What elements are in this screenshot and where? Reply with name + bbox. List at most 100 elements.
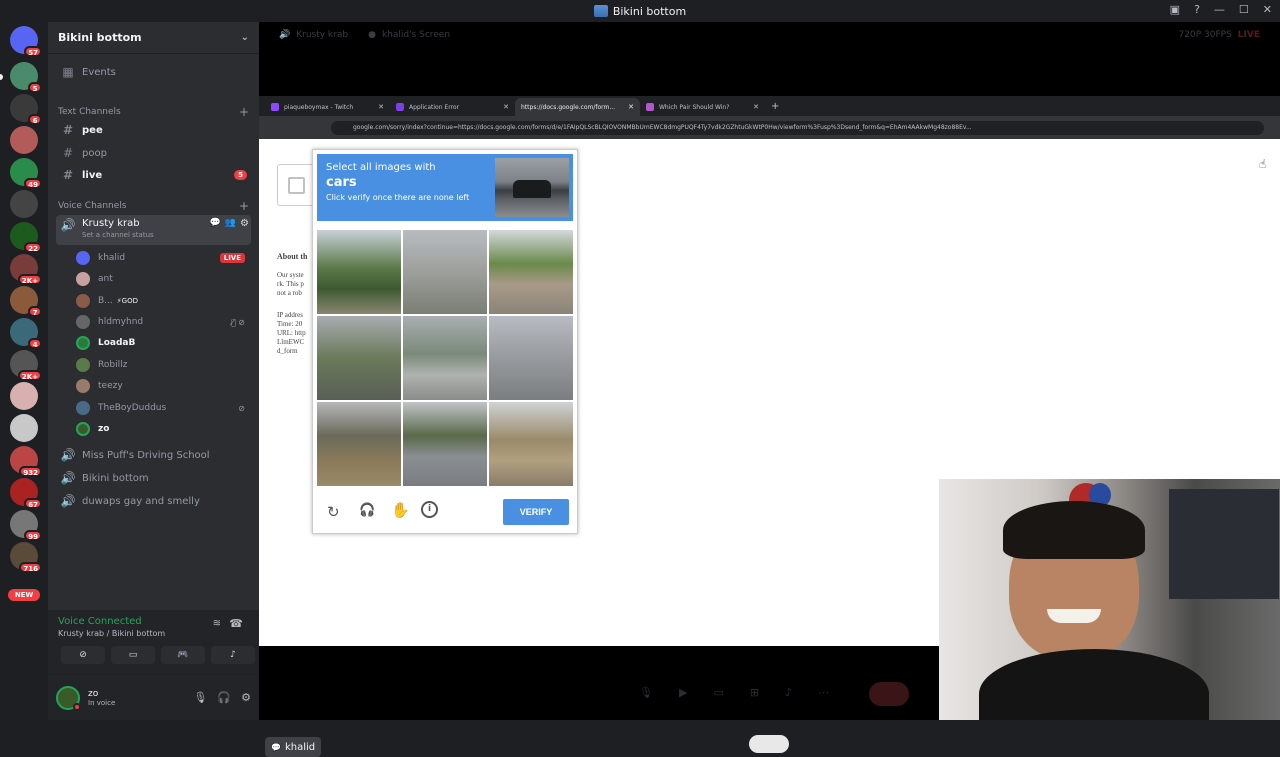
text-channels-category[interactable]: Text Channels + xyxy=(58,105,249,119)
user-name: B... xyxy=(98,296,113,306)
gear-icon[interactable]: ⚙ xyxy=(240,218,249,229)
captcha-tile[interactable] xyxy=(317,230,401,314)
captcha-tile[interactable] xyxy=(403,230,487,314)
server-icon[interactable]: 2K+ xyxy=(10,350,42,381)
server-icon[interactable]: 4 xyxy=(10,318,42,349)
server-icon[interactable]: 2K+ xyxy=(10,254,42,285)
close-icon[interactable]: ✕ xyxy=(378,103,384,111)
add-channel-icon[interactable]: + xyxy=(239,105,249,119)
close-button[interactable]: ✕ xyxy=(1263,3,1272,16)
browser-tab[interactable]: piaqueboymax - Twitch ✕ xyxy=(265,98,390,116)
server-icon[interactable] xyxy=(10,382,38,410)
hand-icon[interactable]: ✋ xyxy=(391,501,410,519)
server-icon[interactable]: 7 xyxy=(10,286,42,317)
captcha-tile[interactable] xyxy=(489,316,573,400)
reaction-button[interactable] xyxy=(749,735,789,753)
voice-status[interactable]: Voice Connected xyxy=(58,616,142,627)
browser-tab[interactable]: Which Pair Should Win? ✕ xyxy=(640,98,765,116)
invite-icon[interactable]: 👥 xyxy=(225,218,236,228)
maximize-button[interactable]: ☐ xyxy=(1239,3,1249,16)
avatar[interactable] xyxy=(56,685,81,711)
server-icon[interactable] xyxy=(10,190,38,218)
voice-channels-category[interactable]: Voice Channels + xyxy=(58,199,249,213)
new-tab-button[interactable]: + xyxy=(771,98,779,116)
voice-user[interactable]: hldmyhnd 🎙̸ ⊘ xyxy=(76,313,251,331)
voice-user[interactable]: khalid LIVE xyxy=(76,249,251,267)
voice-channel-krusty-krab[interactable]: 🔊 Krusty krab Set a channel status 💬 👥 ⚙ xyxy=(56,215,251,245)
captcha-tile[interactable] xyxy=(489,402,573,486)
channel-live[interactable]: # live 5 xyxy=(56,165,251,185)
avatar xyxy=(76,401,90,415)
chip-label: khalid xyxy=(284,741,316,753)
server-icon[interactable]: 22 xyxy=(10,222,42,253)
close-icon[interactable]: ✕ xyxy=(628,103,634,111)
speaker-icon: 🔊 xyxy=(60,448,76,462)
info-icon[interactable]: i xyxy=(421,501,438,518)
server-icon[interactable]: 716 xyxy=(10,542,42,573)
chat-icon[interactable]: 💬 xyxy=(210,218,221,228)
voice-channel[interactable]: 🔊 Miss Puff's Driving School xyxy=(56,445,251,465)
channel-pee[interactable]: # pee xyxy=(56,120,251,140)
channel-status[interactable]: Set a channel status xyxy=(82,231,154,239)
user-name: ant xyxy=(98,274,113,284)
soundboard-button[interactable]: ♪ xyxy=(211,646,255,664)
inbox-icon[interactable]: ▣ xyxy=(1170,3,1180,16)
soundboard-icon[interactable]: ♪ xyxy=(785,686,792,699)
camera-icon[interactable]: ▶ xyxy=(679,686,687,699)
disconnect-button[interactable] xyxy=(869,682,909,706)
url-field[interactable]: google.com/sorry/index?continue=https://… xyxy=(331,120,1264,135)
server-icon[interactable] xyxy=(10,414,38,442)
voice-channel[interactable]: 🔊 duwaps gay and smelly xyxy=(56,491,251,511)
screen-share-icon[interactable]: ▭ xyxy=(713,686,723,699)
stream-chat-chip[interactable]: 💬 khalid xyxy=(265,737,322,757)
noise-suppression-icon[interactable]: ≋ xyxy=(213,618,221,629)
microphone-icon[interactable]: 🎙 xyxy=(193,691,207,704)
captcha-tile[interactable] xyxy=(403,402,487,486)
close-icon[interactable]: ✕ xyxy=(753,103,759,111)
activities-button[interactable]: 🎮 xyxy=(161,646,205,664)
verify-button[interactable]: VERIFY xyxy=(503,499,569,525)
help-icon[interactable]: ? xyxy=(1194,3,1200,16)
disconnect-icon[interactable]: ☎ xyxy=(229,617,243,630)
headphones-icon[interactable]: 🎧 xyxy=(217,691,231,704)
browser-tab-active[interactable]: https://docs.google.com/form... ✕ xyxy=(515,98,640,116)
captcha-tile[interactable] xyxy=(317,402,401,486)
server-icon[interactable]: 99 xyxy=(10,510,42,541)
headphones-icon[interactable]: 🎧 xyxy=(359,503,375,518)
channel-poop[interactable]: # poop xyxy=(56,143,251,163)
voice-user[interactable]: ant xyxy=(76,270,251,288)
reload-icon[interactable]: ↻ xyxy=(327,503,340,521)
direct-messages-button[interactable]: 57 xyxy=(10,26,42,57)
voice-user[interactable]: teezy xyxy=(76,377,251,395)
captcha-tile[interactable] xyxy=(317,316,401,400)
server-icon[interactable]: 5 xyxy=(10,62,42,93)
close-icon[interactable]: ✕ xyxy=(503,103,509,111)
server-header[interactable]: Bikini bottom ⌄ xyxy=(48,22,259,54)
voice-location[interactable]: Krusty krab / Bikini bottom xyxy=(58,629,165,638)
stream-screen: khalid's Screen xyxy=(381,30,451,40)
recaptcha-checkbox[interactable] xyxy=(288,177,305,194)
microphone-icon[interactable]: 🎙 xyxy=(639,686,653,699)
server-icon[interactable]: 67 xyxy=(10,478,42,509)
voice-user[interactable]: B... ⚡GOD xyxy=(76,292,251,310)
captcha-tile[interactable] xyxy=(403,316,487,400)
add-channel-icon[interactable]: + xyxy=(239,199,249,213)
more-icon[interactable]: ⋯ xyxy=(818,686,829,699)
server-icon[interactable]: 932 xyxy=(10,446,42,477)
captcha-tile[interactable] xyxy=(489,230,573,314)
events-item[interactable]: ▦ Events xyxy=(56,62,251,82)
voice-user[interactable]: Robillz xyxy=(76,356,251,374)
controller-icon[interactable]: ⊞ xyxy=(750,686,759,699)
server-icon[interactable]: 6 xyxy=(10,94,42,125)
server-icon[interactable] xyxy=(10,126,38,154)
screen-share-button[interactable]: ▭ xyxy=(111,646,155,664)
voice-user[interactable]: LoadaB xyxy=(76,334,251,352)
browser-tab[interactable]: Application Error ✕ xyxy=(390,98,515,116)
voice-user[interactable]: zo xyxy=(76,420,251,438)
voice-channel[interactable]: 🔊 Bikini bottom xyxy=(56,468,251,488)
camera-button[interactable]: ⊘ xyxy=(61,646,105,664)
server-icon[interactable]: 49 xyxy=(10,158,42,189)
voice-user[interactable]: TheBoyDuddus ⊘ xyxy=(76,399,251,417)
gear-icon[interactable]: ⚙ xyxy=(241,691,251,704)
minimize-button[interactable]: — xyxy=(1214,3,1225,16)
